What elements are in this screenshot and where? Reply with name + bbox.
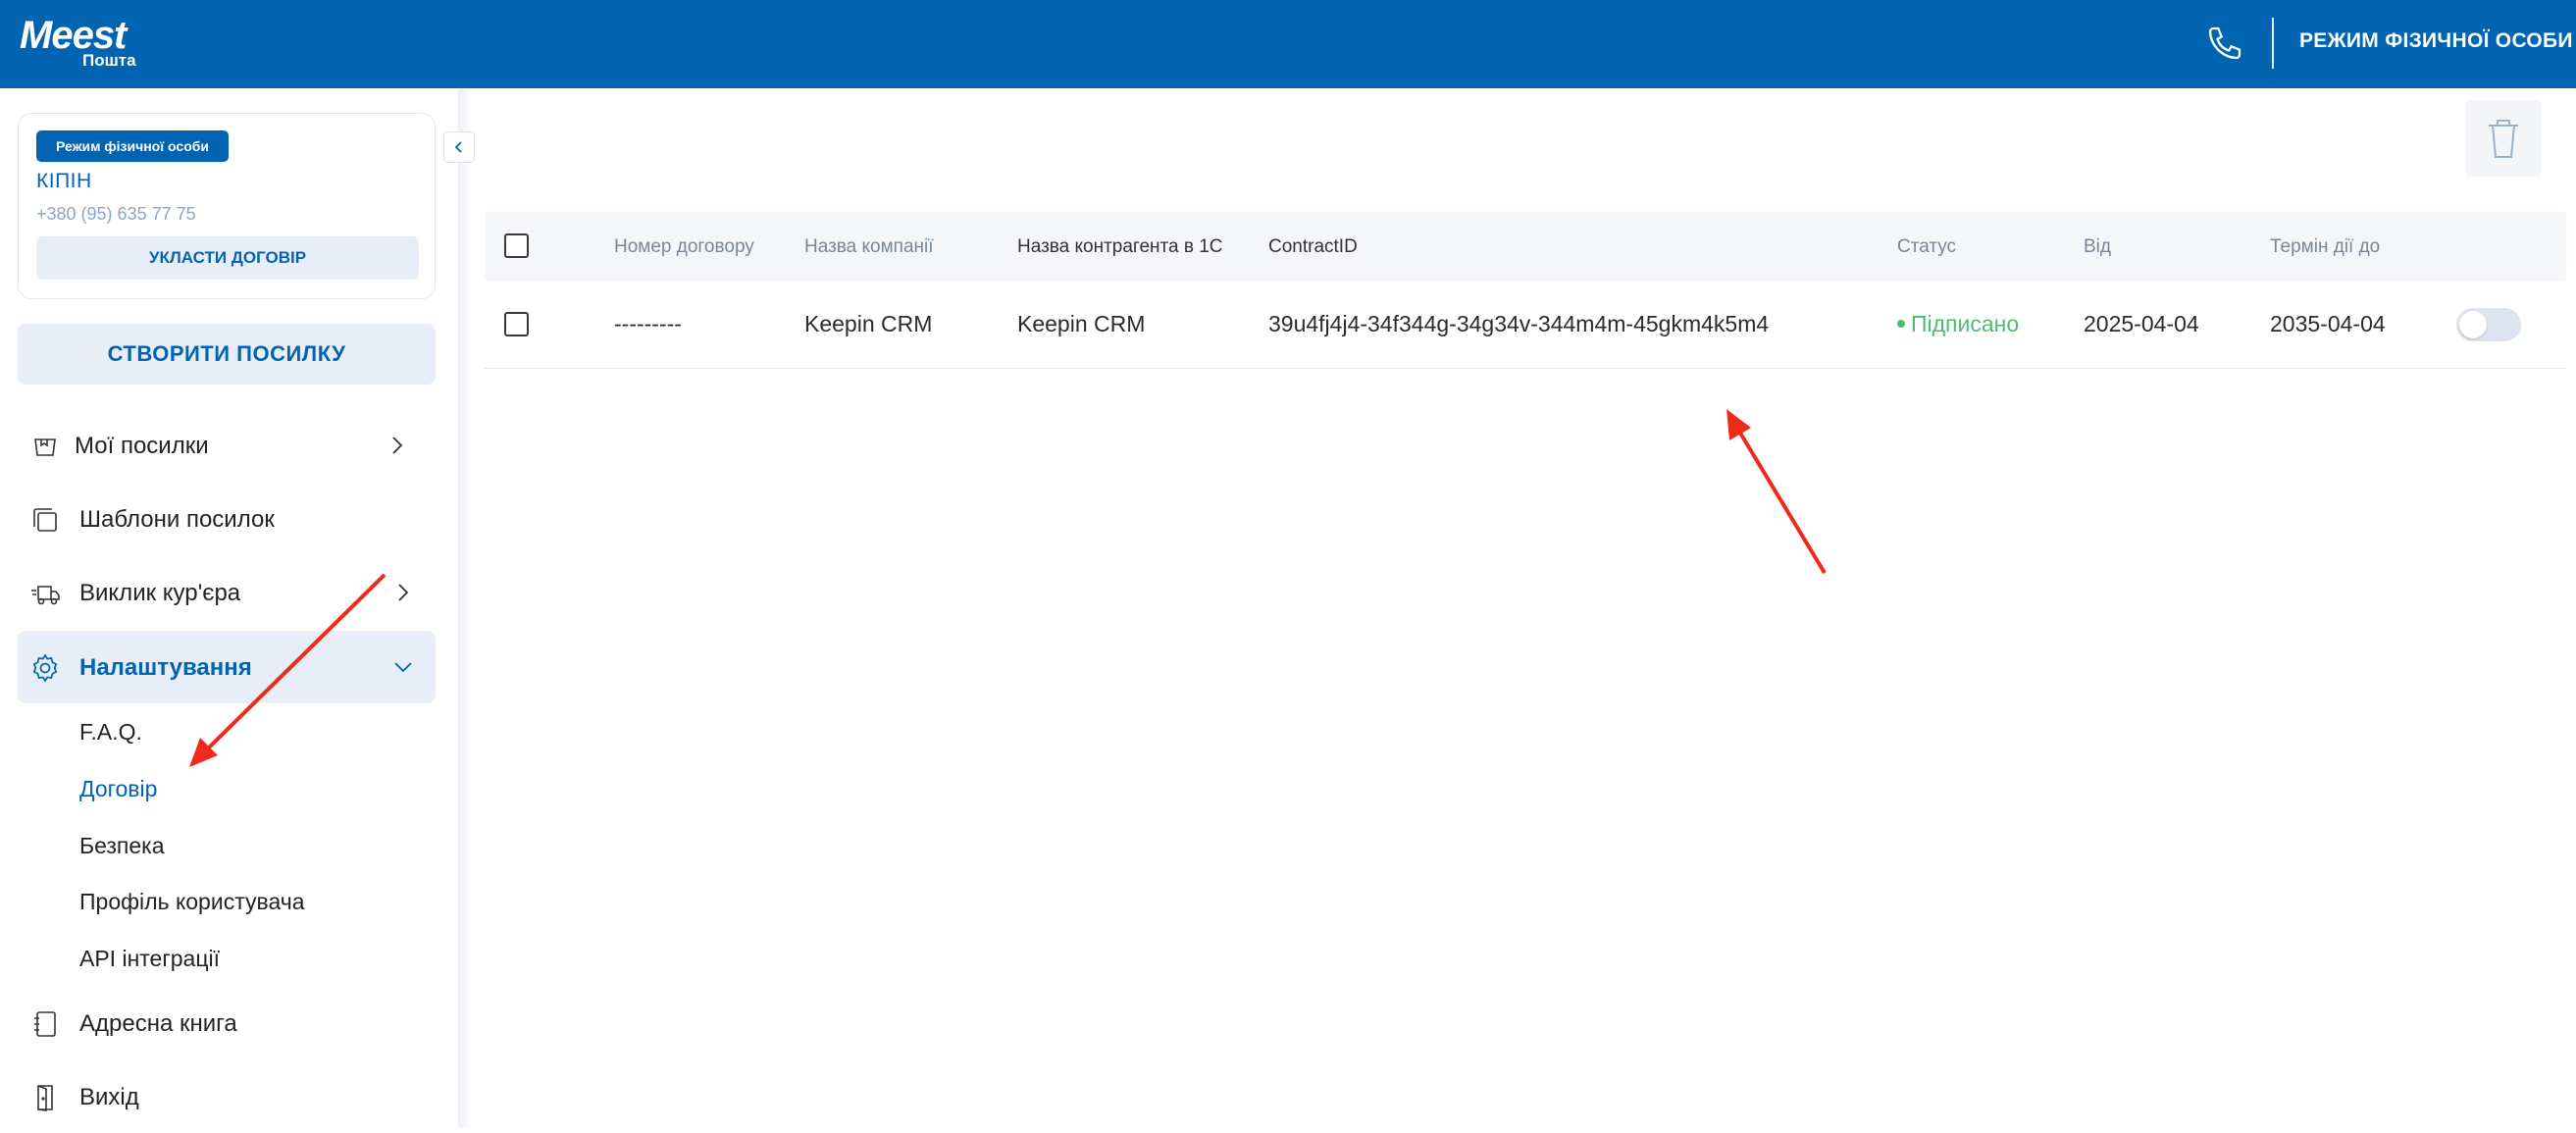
cell-contract-id: 39u4fj4j4-34f344g-34g34v-344m4m-45gkm4k5… <box>1268 311 1770 336</box>
nav-label: Налаштування <box>79 654 252 681</box>
meest-logo[interactable]: Meest Пошта <box>20 14 136 70</box>
chevron-down-icon <box>394 662 412 673</box>
nav-label: Вихід <box>79 1084 139 1110</box>
make-contract-button[interactable]: УКЛАСТИ ДОГОВІР <box>36 236 419 280</box>
table-row[interactable]: --------- Keepin CRM Keepin CRM 39u4fj4j… <box>485 281 2566 369</box>
contract-toggle[interactable] <box>2456 308 2521 341</box>
gear-icon <box>32 653 58 683</box>
cell-counterparty: Keepin CRM <box>1017 311 1146 336</box>
column-header-contract-id[interactable]: ContractID <box>1268 236 1358 258</box>
sub-item-user-profile[interactable]: Профіль користувача <box>79 889 305 915</box>
logo-sub: Пошта <box>82 51 136 70</box>
sub-item-api-integrations[interactable]: API інтеграції <box>79 946 220 972</box>
cell-from: 2025-04-04 <box>2084 311 2199 336</box>
mode-switch-link[interactable]: РЕЖИМ ФІЗИЧНОЇ ОСОБИ <box>2299 29 2573 53</box>
nav-label: Мої посилки <box>75 433 209 459</box>
column-header-company[interactable]: Назва компанії <box>804 236 934 258</box>
nav-item-my-parcels[interactable]: Мої посилки <box>18 409 436 482</box>
status-dot <box>1897 319 1905 328</box>
profile-name: КІПІН <box>36 170 92 192</box>
status-text: Підписано <box>1911 311 2020 336</box>
table-header: Номер договору Назва компанії Назва конт… <box>485 212 2566 281</box>
delete-button[interactable] <box>2465 100 2542 177</box>
nav-item-address-book[interactable]: Адресна книга <box>18 987 436 1059</box>
trash-icon <box>2489 120 2518 158</box>
select-all-checkbox[interactable] <box>504 233 529 258</box>
phone-icon[interactable] <box>2205 24 2244 63</box>
address-book-icon <box>34 1011 56 1037</box>
column-header-number[interactable]: Номер договору <box>614 236 754 258</box>
chevron-right-icon <box>398 584 409 601</box>
logo-brand: Meest <box>20 14 127 57</box>
nav-item-courier[interactable]: Виклик кур'єра <box>18 556 436 629</box>
column-header-counterparty[interactable]: Назва контрагента в 1С <box>1017 236 1223 258</box>
chevron-right-icon <box>392 437 403 454</box>
nav-item-settings[interactable]: Налаштування <box>18 631 436 703</box>
parcel-icon <box>34 438 56 456</box>
nav-label: Виклик кур'єра <box>79 580 241 606</box>
chevron-left-icon <box>454 141 462 153</box>
column-header-status[interactable]: Статус <box>1897 236 1956 258</box>
sub-item-security[interactable]: Безпека <box>79 833 165 859</box>
profile-card: Режим фізичної особи КІПІН +380 (95) 635… <box>18 113 436 299</box>
cell-until: 2035-04-04 <box>2270 311 2386 336</box>
nav-item-templates[interactable]: Шаблони посилок <box>18 483 436 555</box>
column-header-until[interactable]: Термін дії до <box>2270 236 2380 258</box>
top-bar: Meest Пошта РЕЖИМ ФІЗИЧНОЇ ОСОБИ <box>0 0 2576 88</box>
sidebar-collapse-button[interactable] <box>443 131 475 163</box>
status-badge: Підписано <box>1897 311 2019 337</box>
nav-label: Адресна книга <box>79 1010 237 1037</box>
sidebar-shadow <box>458 88 472 1128</box>
sub-item-contract[interactable]: Договір <box>79 776 157 802</box>
mode-pill[interactable]: Режим фізичної особи <box>36 130 229 162</box>
annotation-arrow-table <box>1726 409 1827 575</box>
courier-truck-icon <box>31 586 60 605</box>
create-parcel-button[interactable]: СТВОРИТИ ПОСИЛКУ <box>18 324 436 385</box>
cell-company: Keepin CRM <box>804 311 933 336</box>
nav-label: Шаблони посилок <box>79 506 275 533</box>
row-checkbox[interactable] <box>504 312 529 336</box>
profile-phone: +380 (95) 635 77 75 <box>36 204 196 224</box>
nav-item-exit[interactable]: Вихід <box>18 1060 436 1133</box>
cell-number: --------- <box>614 311 682 336</box>
column-header-from[interactable]: Від <box>2084 236 2111 258</box>
sub-item-faq[interactable]: F.A.Q. <box>79 719 142 746</box>
templates-icon <box>33 508 57 532</box>
header-divider <box>2272 18 2274 69</box>
toggle-knob <box>2459 311 2487 338</box>
exit-icon <box>37 1085 53 1111</box>
